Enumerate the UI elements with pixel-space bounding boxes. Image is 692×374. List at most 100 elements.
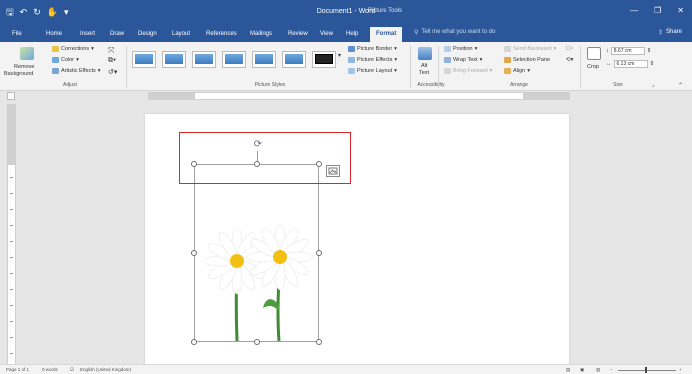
- remove-background-line1[interactable]: Remove: [14, 64, 34, 70]
- left-margin-shade: [149, 93, 195, 99]
- artistic-effects-button[interactable]: Artistic Effects ▾: [52, 68, 101, 74]
- word-count[interactable]: 0 words: [42, 367, 58, 372]
- change-picture-icon[interactable]: ⧉▾: [108, 57, 116, 65]
- picture-border-icon: [348, 46, 355, 52]
- zoom-slider-thumb[interactable]: [645, 367, 647, 373]
- read-mode-icon[interactable]: ▤: [566, 367, 570, 373]
- picture-style-thumb[interactable]: [192, 51, 216, 68]
- tab-review[interactable]: Review: [288, 29, 308, 39]
- resize-handle-bottom-left[interactable]: [191, 339, 197, 345]
- alt-text-line1[interactable]: Alt: [421, 63, 427, 69]
- rotate-objects-icon[interactable]: ⟲▾: [566, 57, 573, 63]
- styles-more-icon[interactable]: ▾: [338, 52, 341, 59]
- reset-picture-icon[interactable]: ↺▾: [108, 68, 117, 76]
- alt-text-line2[interactable]: Text: [419, 70, 429, 76]
- picture-effects-button[interactable]: Picture Effects ▾: [348, 57, 397, 63]
- tab-help[interactable]: Help: [346, 29, 358, 39]
- vertical-ruler[interactable]: [7, 104, 16, 366]
- resize-handle-left[interactable]: [191, 250, 197, 256]
- selection-pane-icon: [504, 57, 511, 63]
- selection-pane-button[interactable]: Selection Pane: [504, 57, 550, 63]
- lightbulb-icon: ⚲: [414, 30, 419, 36]
- tab-home[interactable]: Home: [46, 29, 62, 39]
- width-field[interactable]: ↔ 6.13 cm ⇕: [606, 60, 654, 68]
- tab-insert[interactable]: Insert: [80, 29, 95, 39]
- ribbon: Remove Background Corrections ▾ Color ▾ Ar…: [0, 42, 692, 91]
- dropdown-icon: ▾: [479, 57, 483, 63]
- picture-style-thumb[interactable]: [162, 51, 186, 68]
- position-button[interactable]: Position ▾: [444, 46, 477, 52]
- resize-handle-right[interactable]: [316, 250, 322, 256]
- bring-forward-button[interactable]: Bring Forward ▾: [444, 68, 492, 74]
- spinner-icon[interactable]: ⇕: [647, 48, 652, 54]
- close-icon[interactable]: ✕: [677, 6, 684, 15]
- group-separator: [126, 46, 127, 88]
- tab-draw[interactable]: Draw: [110, 29, 124, 39]
- restore-icon[interactable]: ❐: [654, 6, 661, 15]
- minimize-icon[interactable]: —: [630, 6, 638, 15]
- picture-style-thumb[interactable]: [312, 51, 336, 68]
- compress-pictures-icon[interactable]: ⤧: [108, 46, 114, 56]
- wrap-text-button[interactable]: Wrap Text ▾: [444, 57, 482, 63]
- corrections-button[interactable]: Corrections ▾: [52, 46, 94, 52]
- tab-selector-icon[interactable]: [7, 92, 15, 100]
- tab-layout[interactable]: Layout: [172, 29, 190, 39]
- dropdown-icon: ▾: [91, 46, 94, 52]
- picture-style-thumb[interactable]: [132, 51, 156, 68]
- selected-picture[interactable]: [194, 164, 319, 342]
- title-bar: 🖫 ↶ ↻ ✋ ▾ Document1 - Word Picture Tools…: [0, 0, 692, 26]
- collapse-ribbon-icon[interactable]: ⌃: [678, 82, 683, 89]
- alt-text-icon[interactable]: [418, 47, 432, 60]
- picture-style-thumb[interactable]: [252, 51, 276, 68]
- tell-me-text: Tell me what you want to do: [421, 29, 496, 35]
- tab-view[interactable]: View: [320, 29, 333, 39]
- resize-handle-bottom[interactable]: [254, 339, 260, 345]
- proofing-icon[interactable]: ☑: [70, 367, 74, 373]
- size-dialog-launcher-icon[interactable]: ⌟: [652, 82, 654, 88]
- tab-file[interactable]: File: [12, 29, 22, 39]
- daisy-flowers-image: [203, 223, 314, 342]
- adjust-group-label: Adjust: [63, 82, 77, 88]
- dropdown-icon: ▾: [76, 57, 79, 63]
- share-icon: ⇪: [657, 30, 663, 36]
- zoom-slider[interactable]: [618, 369, 676, 371]
- tell-me-search[interactable]: ⚲ Tell me what you want to do: [414, 29, 495, 36]
- resize-handle-bottom-right[interactable]: [316, 339, 322, 345]
- dropdown-icon: ▾: [553, 46, 557, 52]
- send-backward-button[interactable]: Send Backward ▾: [504, 46, 556, 52]
- tab-references[interactable]: References: [206, 29, 237, 39]
- share-button[interactable]: ⇪ Share: [658, 29, 682, 36]
- web-layout-icon[interactable]: ▥: [596, 367, 600, 373]
- tab-format[interactable]: Format: [370, 27, 403, 42]
- crop-button-label[interactable]: Crop: [587, 64, 599, 70]
- group-objects-icon[interactable]: ⧠▾: [566, 46, 573, 53]
- size-group-label: Size: [613, 82, 623, 88]
- color-button[interactable]: Color ▾: [52, 57, 79, 63]
- height-field[interactable]: ↕ 8.67 cm ⇕: [606, 47, 651, 55]
- picture-style-thumb[interactable]: [282, 51, 306, 68]
- page-count[interactable]: Page 1 of 1: [6, 367, 29, 372]
- language-indicator[interactable]: English (United Kingdom): [80, 367, 131, 372]
- artistic-effects-icon: [52, 68, 59, 74]
- tab-design[interactable]: Design: [138, 29, 157, 39]
- tab-mailings[interactable]: Mailings: [250, 29, 272, 39]
- remove-background-line2[interactable]: Background: [4, 71, 33, 77]
- zoom-out-icon[interactable]: −: [610, 367, 613, 372]
- horizontal-ruler[interactable]: [148, 92, 570, 100]
- dropdown-icon: ▾: [474, 46, 478, 52]
- picture-style-thumb[interactable]: [222, 51, 246, 68]
- picture-border-button[interactable]: Picture Border ▾: [348, 46, 397, 52]
- print-layout-icon[interactable]: ▣: [580, 367, 584, 373]
- spinner-icon[interactable]: ⇕: [650, 61, 655, 67]
- crop-icon[interactable]: [587, 47, 601, 60]
- align-button[interactable]: Align ▾: [504, 68, 530, 74]
- width-icon: ↔: [606, 61, 612, 67]
- zoom-in-icon[interactable]: +: [679, 367, 682, 372]
- group-separator: [438, 46, 439, 88]
- right-margin-shade: [523, 93, 569, 99]
- picture-effects-icon: [348, 57, 355, 63]
- remove-background-icon[interactable]: [20, 47, 34, 60]
- height-icon: ↕: [606, 48, 609, 54]
- picture-tools-label: Picture Tools: [367, 8, 403, 14]
- picture-layout-button[interactable]: Picture Layout ▾: [348, 68, 397, 74]
